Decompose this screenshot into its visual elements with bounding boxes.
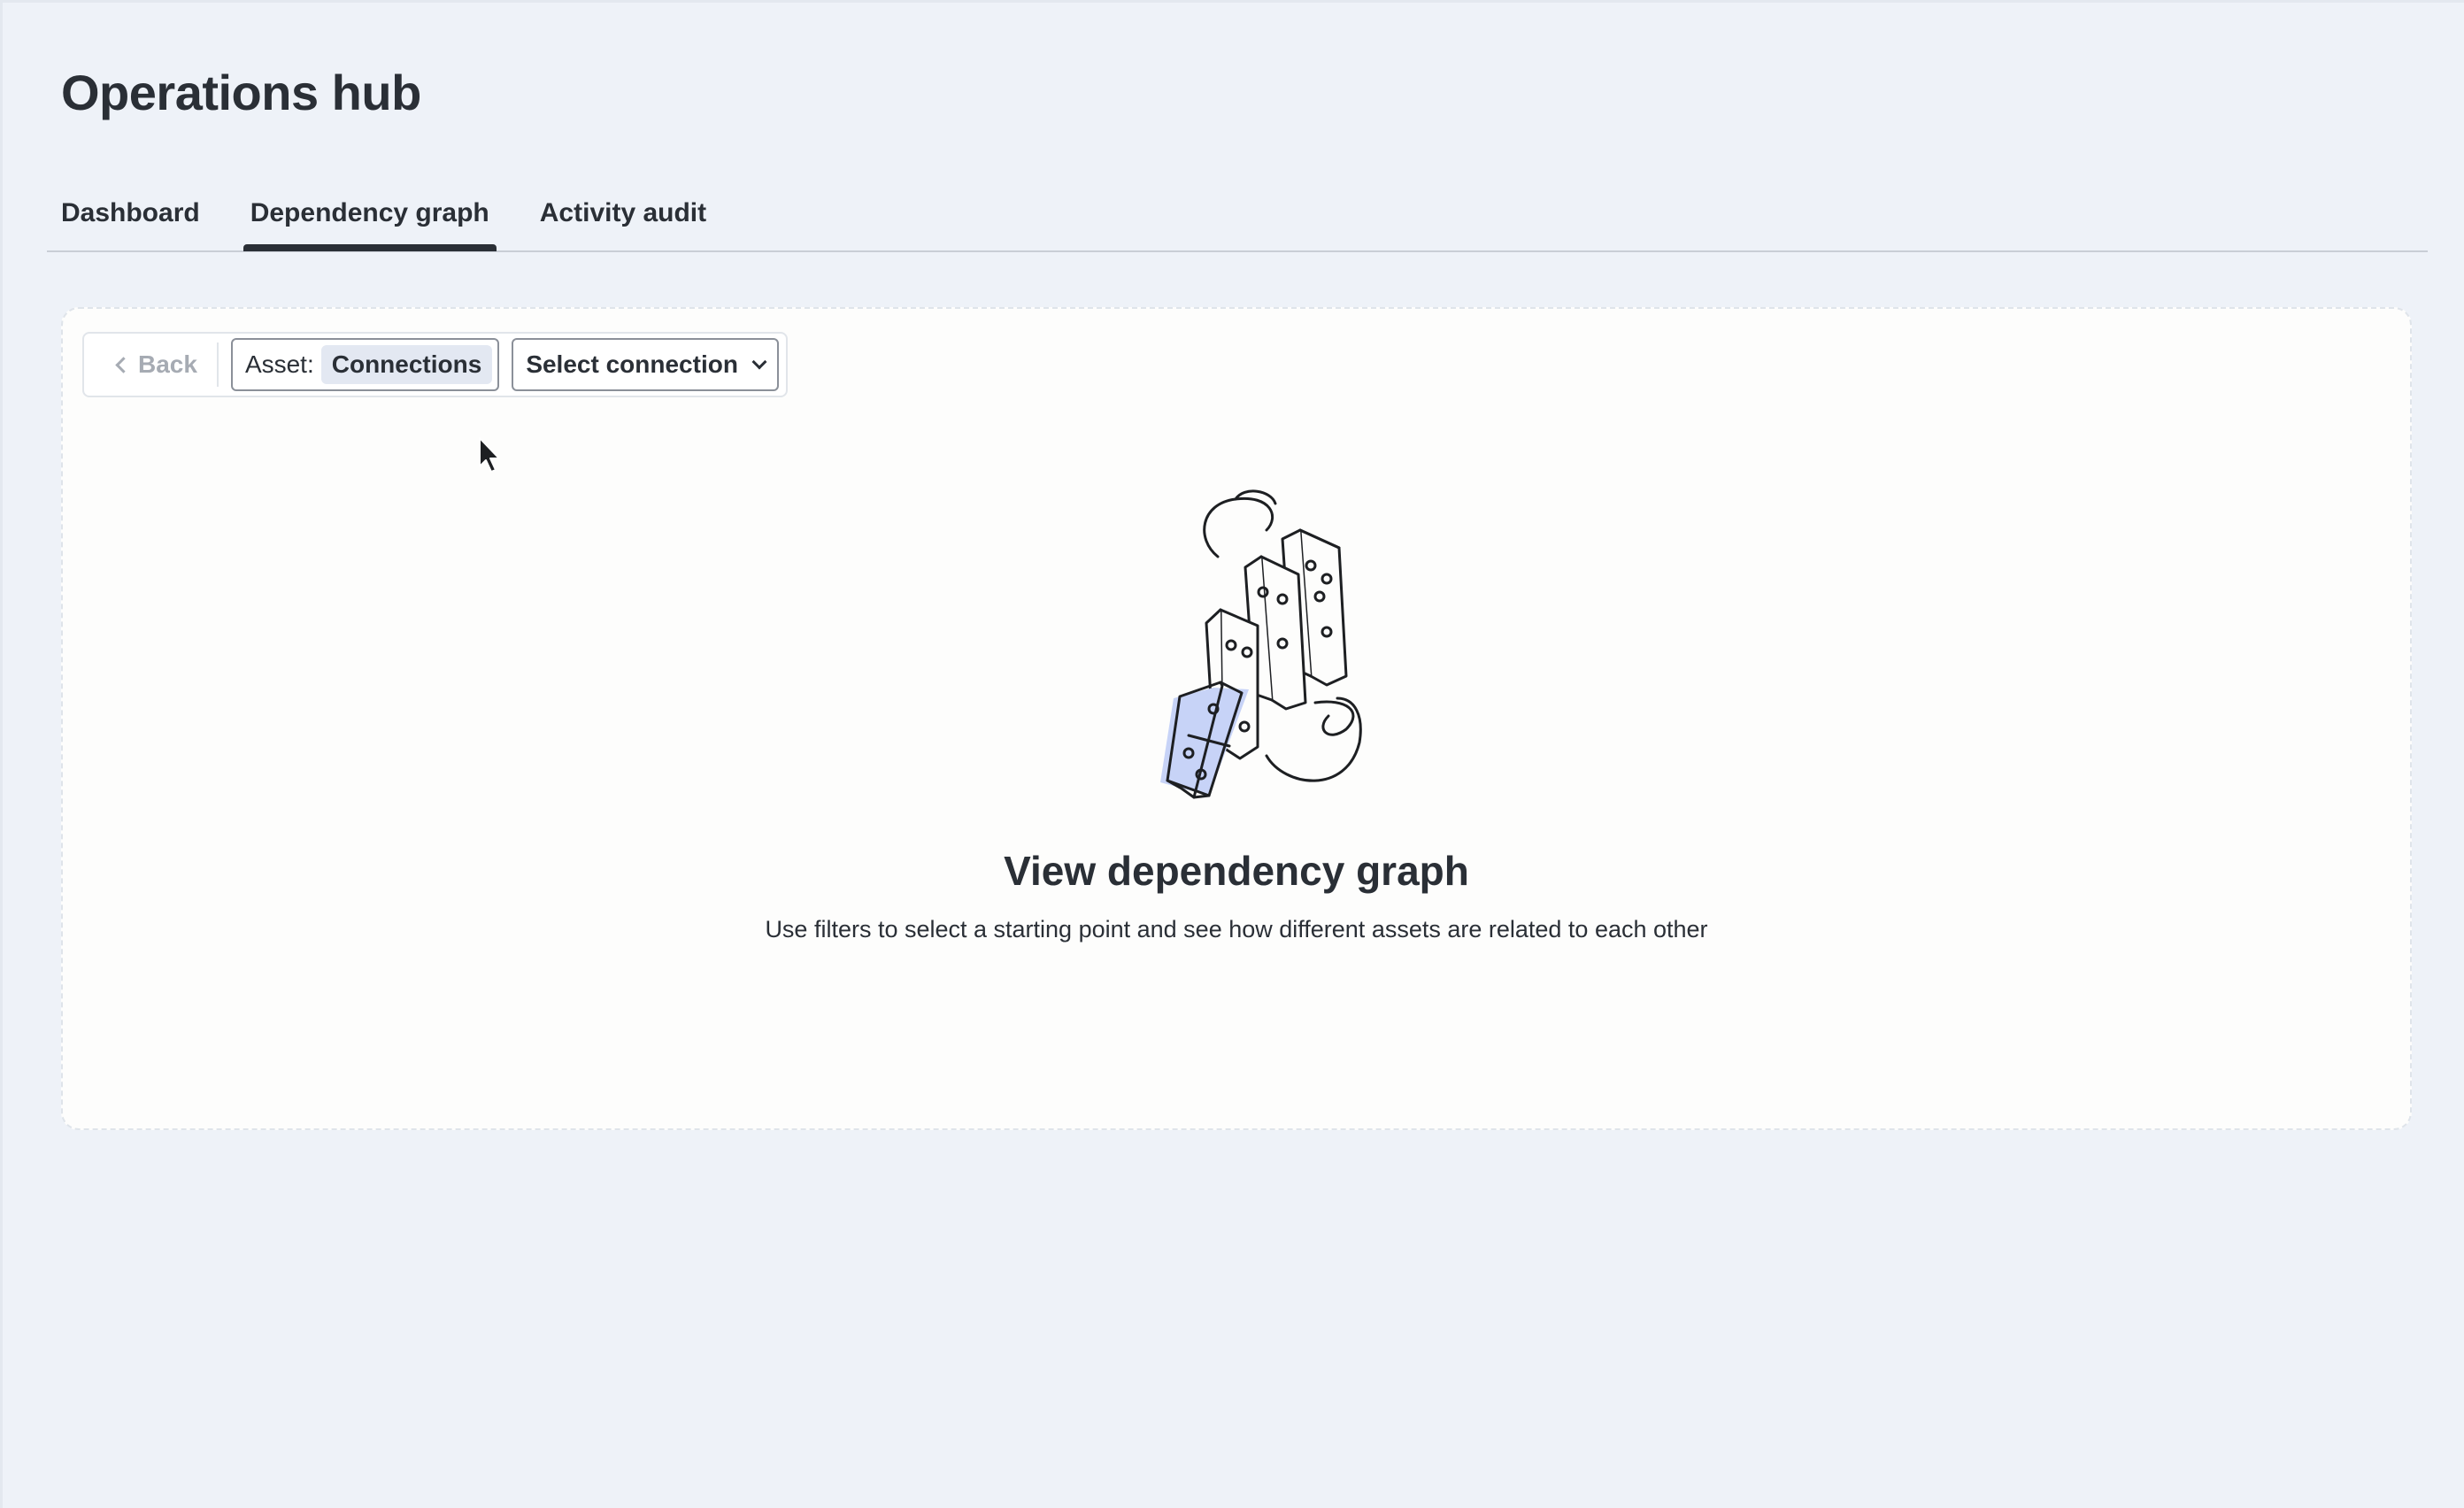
page: Operations hub Dashboard Dependency grap… xyxy=(0,0,2464,1508)
back-button-label: Back xyxy=(138,350,197,378)
asset-filter-value: Connections xyxy=(320,345,493,384)
chevron-down-icon xyxy=(751,354,767,370)
graph-panel: Back Asset: Connections Select connectio… xyxy=(61,307,2412,1130)
page-title: Operations hub xyxy=(61,65,421,120)
chevron-left-icon xyxy=(115,356,132,373)
asset-filter-chip[interactable]: Asset: Connections xyxy=(230,338,500,391)
empty-state-description: Use filters to select a starting point a… xyxy=(765,916,1708,942)
empty-state-title: View dependency graph xyxy=(1004,848,1469,894)
filter-toolbar: Back Asset: Connections Select connectio… xyxy=(82,332,788,397)
asset-filter-label: Asset: xyxy=(244,350,314,378)
tab-activity-audit[interactable]: Activity audit xyxy=(526,176,720,250)
select-connection-label: Select connection xyxy=(526,350,738,378)
domino-illustration-icon xyxy=(1160,489,1362,799)
tab-dashboard[interactable]: Dashboard xyxy=(47,176,214,250)
tab-dependency-graph[interactable]: Dependency graph xyxy=(236,176,504,251)
mouse-cursor-icon xyxy=(479,437,500,473)
back-button[interactable]: Back xyxy=(105,342,219,387)
tab-bar: Dashboard Dependency graph Activity audi… xyxy=(47,176,2428,252)
select-connection-dropdown[interactable]: Select connection xyxy=(512,338,779,391)
